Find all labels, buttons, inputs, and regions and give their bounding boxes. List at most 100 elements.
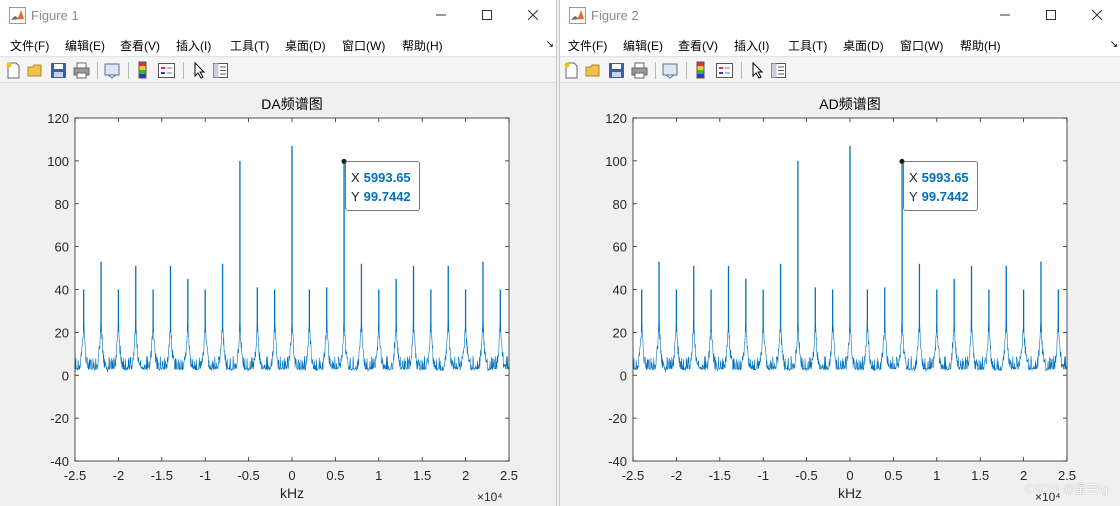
x-tick-label: 2: [462, 468, 469, 483]
menu-file[interactable]: 文件(F): [568, 37, 607, 54]
x-tick-label: -2.5: [64, 468, 86, 483]
save-icon[interactable]: [49, 61, 68, 80]
toolbar-separator: [686, 62, 687, 79]
menu-edit[interactable]: 编辑(E): [65, 37, 105, 54]
x-exponent-label: ×10⁴: [477, 490, 503, 504]
x-tick-label: 0.5: [326, 468, 344, 483]
x-tick-label: 1.5: [971, 468, 989, 483]
menu-file[interactable]: 文件(F): [10, 37, 49, 54]
menu-desktop[interactable]: 桌面(D): [285, 37, 326, 54]
x-tick-label: -2: [671, 468, 683, 483]
menu-edit[interactable]: 编辑(E): [623, 37, 663, 54]
x-tick-label: 1: [375, 468, 382, 483]
menu-bar: 文件(F) 编辑(E) 查看(V) 插入(I) 工具(T) 桌面(D) 窗口(W…: [0, 31, 556, 57]
x-axis-label: kHz: [280, 485, 304, 501]
x-tick-label: 0: [846, 468, 853, 483]
new-figure-icon[interactable]: [562, 61, 581, 80]
menu-window[interactable]: 窗口(W): [900, 37, 943, 54]
pointer-icon[interactable]: [748, 61, 767, 80]
y-tick-label: 20: [613, 325, 627, 340]
print-icon[interactable]: [72, 61, 91, 80]
x-tick-label: 0.5: [884, 468, 902, 483]
figure-toolbar: [560, 58, 1120, 83]
x-tick-label: -1: [757, 468, 769, 483]
figure-window-1: Figure 1 文件(F) 编辑(E) 查看(V) 插入(I) 工具(T) 桌…: [0, 0, 557, 506]
y-tick-label: 20: [55, 325, 69, 340]
y-tick-label: 40: [613, 283, 627, 298]
pointer-icon[interactable]: [190, 61, 209, 80]
y-tick-label: 0: [62, 368, 69, 383]
legend-icon[interactable]: [157, 61, 176, 80]
watermark-text: CSDN @星空lg: [1025, 482, 1108, 496]
y-tick-label: 40: [55, 283, 69, 298]
print-icon[interactable]: [630, 61, 649, 80]
y-tick-label: 60: [613, 240, 627, 255]
x-tick-label: -0.5: [237, 468, 259, 483]
menu-view[interactable]: 查看(V): [120, 37, 160, 54]
property-editor-icon[interactable]: [769, 61, 788, 80]
link-icon[interactable]: [103, 61, 122, 80]
link-icon[interactable]: [661, 61, 680, 80]
menu-insert[interactable]: 插入(I): [176, 37, 211, 54]
title-bar[interactable]: Figure 2: [560, 0, 1120, 31]
maximize-button[interactable]: [464, 0, 510, 31]
menu-tools[interactable]: 工具(T): [788, 37, 827, 54]
chart-title: DA频谱图: [261, 96, 322, 112]
figure-canvas[interactable]: -2.5 -2 -1.5 -1 -0.5 0 0.5 1 1.5 2 2.5 -40 -20 0 20 40 6…: [0, 84, 556, 506]
x-axis-label: kHz: [838, 485, 862, 501]
title-bar[interactable]: Figure 1: [0, 0, 556, 31]
save-icon[interactable]: [607, 61, 626, 80]
y-tick-label: 100: [47, 154, 69, 169]
toolbar-separator: [97, 62, 98, 79]
maximize-button[interactable]: [1028, 0, 1074, 31]
datatip-x-value: 5993.65: [363, 170, 411, 185]
data-tip[interactable]: X 5993.65 Y 99.7442: [345, 161, 420, 211]
datatip-x-value: 5993.65: [921, 170, 969, 185]
close-button[interactable]: [510, 0, 556, 31]
menu-overflow-icon[interactable]: ↘: [1110, 39, 1118, 50]
new-figure-icon[interactable]: [4, 61, 23, 80]
menu-help[interactable]: 帮助(H): [402, 37, 443, 54]
colorbar-icon[interactable]: [692, 61, 711, 80]
y-tick-label: 60: [55, 240, 69, 255]
menu-view[interactable]: 查看(V): [678, 37, 718, 54]
open-file-icon[interactable]: [584, 61, 603, 80]
spectrum-chart[interactable]: -2.5 -2 -1.5 -1 -0.5 0 0.5 1 1.5 2 2.5-40-20020406…: [560, 84, 1120, 506]
colorbar-icon[interactable]: [134, 61, 153, 80]
x-tick-label: 1: [933, 468, 940, 483]
menu-tools[interactable]: 工具(T): [230, 37, 269, 54]
figure-canvas[interactable]: -2.5 -2 -1.5 -1 -0.5 0 0.5 1 1.5 2 2.5 -40 -20 0 20 40 6…: [560, 84, 1120, 506]
menu-window[interactable]: 窗口(W): [342, 37, 385, 54]
matlab-logo-icon: [569, 7, 586, 24]
close-button[interactable]: [1074, 0, 1120, 31]
y-tick-label: 100: [605, 154, 627, 169]
toolbar-separator: [655, 62, 656, 79]
open-file-icon[interactable]: [26, 61, 45, 80]
y-tick-label: 120: [47, 111, 69, 126]
y-tick-label: 120: [605, 111, 627, 126]
x-tick-label: -2.5: [622, 468, 644, 483]
datatip-y-key: Y: [909, 189, 918, 204]
menu-desktop[interactable]: 桌面(D): [843, 37, 884, 54]
datatip-y-value: 99.7442: [921, 189, 969, 204]
y-tick-label: -20: [608, 411, 627, 426]
minimize-button[interactable]: [982, 0, 1028, 31]
x-tick-label: 2.5: [500, 468, 518, 483]
y-tick-label: 80: [55, 197, 69, 212]
window-title: Figure 2: [591, 8, 639, 23]
datatip-x-key: X: [351, 170, 360, 185]
menu-insert[interactable]: 插入(I): [734, 37, 769, 54]
legend-icon[interactable]: [715, 61, 734, 80]
x-tick-label: 0: [288, 468, 295, 483]
menu-overflow-icon[interactable]: ↘: [546, 39, 554, 50]
menu-help[interactable]: 帮助(H): [960, 37, 1001, 54]
property-editor-icon[interactable]: [211, 61, 230, 80]
toolbar-separator: [128, 62, 129, 79]
x-tick-label: -2: [113, 468, 125, 483]
window-title: Figure 1: [31, 8, 79, 23]
spectrum-chart[interactable]: -2.5 -2 -1.5 -1 -0.5 0 0.5 1 1.5 2 2.5-40-20020406…: [0, 84, 557, 506]
data-tip[interactable]: X 5993.65 Y 99.7442: [903, 161, 978, 211]
datatip-y-row: Y 99.7442: [909, 189, 969, 204]
minimize-button[interactable]: [418, 0, 464, 31]
datatip-x-row: X 5993.65: [351, 170, 411, 185]
